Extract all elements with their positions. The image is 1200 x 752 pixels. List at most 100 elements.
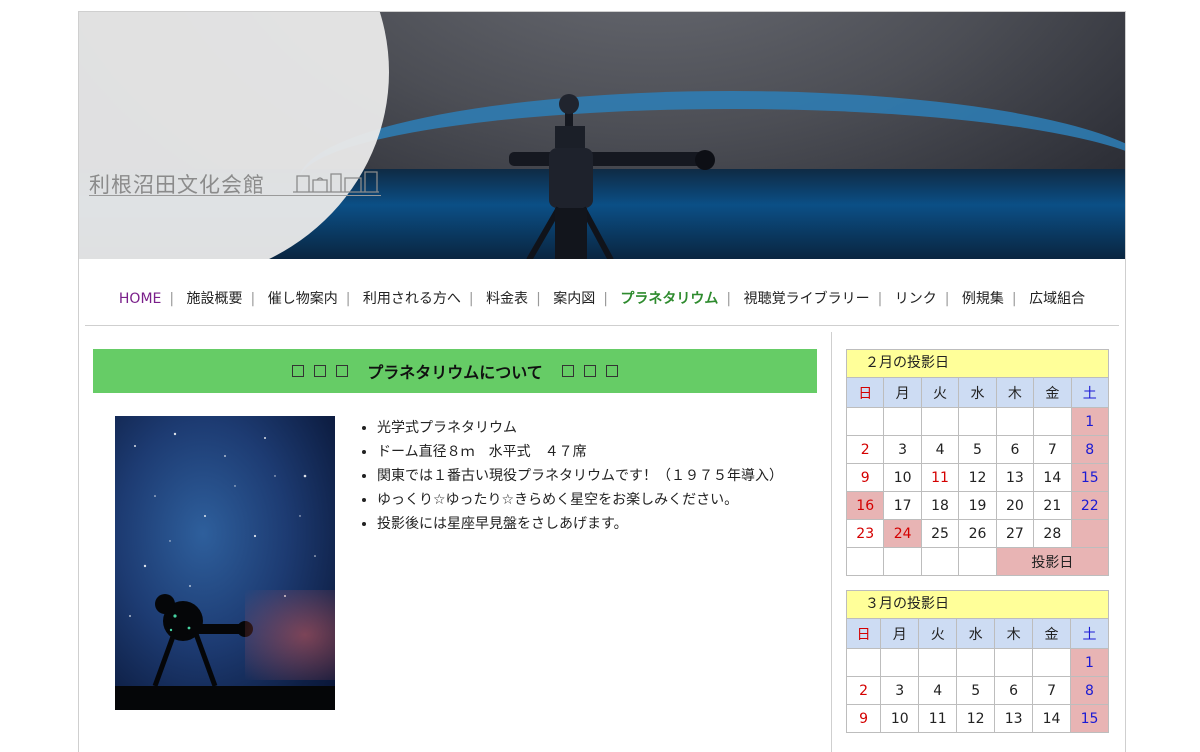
calendar-day	[958, 407, 997, 436]
calendar-day: 2	[845, 435, 885, 464]
calendar-day: 17	[883, 491, 922, 520]
calendar-day: 10	[883, 463, 922, 492]
calendar-day: 12	[958, 463, 997, 492]
square-icon	[292, 365, 305, 377]
calendar-day: 14	[1033, 463, 1072, 492]
feature-item: 光学式プラネタリウム	[377, 416, 783, 440]
nav-regional-union[interactable]: 広域組合	[1021, 291, 1093, 307]
square-icon	[583, 365, 596, 377]
calendar-week-row: 9 10 11 12 13 14 15	[845, 704, 1109, 733]
weekday-tue: 火	[920, 377, 960, 408]
calendar-day: 5	[956, 676, 996, 705]
calendar-week-row: 1	[845, 648, 1109, 677]
weekday-wed: 水	[956, 618, 996, 649]
calendar-weekday-row: 日 月 火 水 木 金 土	[845, 618, 1109, 649]
calendar-day: 15	[1070, 704, 1109, 733]
calendar-day: 27	[995, 519, 1035, 548]
nav-av-library[interactable]: 視聴覚ライブラリー	[736, 291, 878, 307]
calendar-day: 11	[918, 704, 958, 733]
calendar-day: 8	[1070, 435, 1110, 464]
nav-planetarium[interactable]: プラネタリウム	[612, 291, 726, 307]
weekday-tue: 火	[918, 618, 958, 649]
calendar-day	[958, 547, 997, 576]
calendar-day	[845, 648, 882, 677]
nav-separator: |	[468, 291, 474, 307]
calendar-week-row: 234567 8	[845, 676, 1109, 705]
nav-regulations[interactable]: 例規集	[954, 291, 1012, 307]
calendar-day: 13	[994, 704, 1034, 733]
calendar-day: 14	[1032, 704, 1072, 733]
calendar-day	[880, 648, 920, 677]
calendar-day: 26	[958, 519, 997, 548]
calendar-day	[995, 407, 1035, 436]
planetarium-projector-image	[509, 94, 715, 259]
calendar-day: 7	[1033, 435, 1072, 464]
calendar-day: 21	[1033, 491, 1072, 520]
calendar-day	[845, 547, 885, 576]
calendar-day: 18	[920, 491, 960, 520]
calendar-day	[994, 648, 1034, 677]
weekday-thu: 木	[995, 377, 1035, 408]
calendar-week-row: 23 24 25 26 27 28	[845, 519, 1110, 548]
calendar-legend-row: 投影日	[845, 547, 1110, 576]
nav-separator: |	[345, 291, 351, 307]
nav-home[interactable]: HOME	[111, 291, 169, 307]
nav-fees[interactable]: 料金表	[478, 291, 536, 307]
calendar-title: ３月の投影日	[846, 590, 1109, 618]
nav-separator: |	[944, 291, 950, 307]
nav-separator: |	[877, 291, 883, 307]
calendar-day: 12	[956, 704, 996, 733]
global-navigation: HOME | 施設概要 | 催し物案内 | 利用される方へ | 料金表 | 案内図 | プラ…	[79, 288, 1125, 308]
calendar-day: 13	[995, 463, 1035, 492]
calendar-day: 11	[920, 463, 960, 492]
calendar-day: 7	[1032, 676, 1072, 705]
weekday-mon: 月	[880, 618, 920, 649]
calendar-day: 9	[845, 463, 885, 492]
nav-separator: |	[536, 291, 541, 307]
calendar-day	[883, 407, 922, 436]
nav-for-users[interactable]: 利用される方へ	[355, 291, 469, 307]
calendar-day: 2	[845, 676, 882, 705]
calendar-day: 22	[1070, 491, 1110, 520]
calendar-day	[1033, 407, 1072, 436]
feature-item: 関東では１番古い現役プラネタリウムです！（１９７５年導入）	[377, 464, 783, 488]
nav-separator: |	[1011, 291, 1017, 307]
calendar-week-row: 1	[845, 407, 1110, 436]
nav-separator: |	[250, 291, 256, 307]
weekday-sat: 土	[1070, 377, 1110, 408]
calendar-day	[845, 407, 885, 436]
weekday-mon: 月	[883, 377, 922, 408]
calendar-day: 3	[883, 435, 922, 464]
calendar-day	[1070, 519, 1110, 548]
nav-links[interactable]: リンク	[887, 291, 945, 307]
weekday-wed: 水	[958, 377, 997, 408]
calendar-day: 1	[1070, 407, 1110, 436]
calendar-day: 5	[958, 435, 997, 464]
square-icon	[605, 365, 618, 377]
calendar-day: 25	[920, 519, 960, 548]
calendar-day: 3	[880, 676, 920, 705]
logo-underline	[89, 195, 381, 196]
calendar-day: 6	[995, 435, 1035, 464]
weekday-fri: 金	[1032, 618, 1072, 649]
page-frame: 利根沼田文化会館 HOME | 施設概要 | 催し物案内 | 利用される方へ | 料金表…	[78, 11, 1126, 752]
calendar-day	[918, 648, 958, 677]
nav-events[interactable]: 催し物案内	[260, 291, 346, 307]
calendar-day	[920, 407, 960, 436]
calendar-day	[1032, 648, 1072, 677]
calendar-week-row: 16 17 18 19 20 21 22	[845, 491, 1110, 520]
calendar-day: 1	[1070, 648, 1109, 677]
section-title-bar: プラネタリウムについて	[93, 349, 817, 393]
calendar-week-row: 9 10 11 12 13 14 15	[845, 463, 1110, 492]
feature-item: 投影後には星座早見盤をさしあげます。	[377, 512, 783, 536]
nav-map[interactable]: 案内図	[545, 291, 603, 307]
feature-item: ゆっくり☆ゆったり☆きらめく星空をお楽しみください。	[377, 488, 783, 512]
calendar-weekday-row: 日 月 火 水 木 金 土	[845, 377, 1110, 408]
nav-separator: |	[169, 291, 175, 307]
calendar-day: 16	[845, 491, 885, 520]
calendar-day: 6	[994, 676, 1034, 705]
calendar-day: 9	[845, 704, 882, 733]
projection-day-legend: 投影日	[995, 547, 1110, 576]
sidebar-divider	[831, 332, 832, 752]
nav-facility-overview[interactable]: 施設概要	[179, 291, 251, 307]
